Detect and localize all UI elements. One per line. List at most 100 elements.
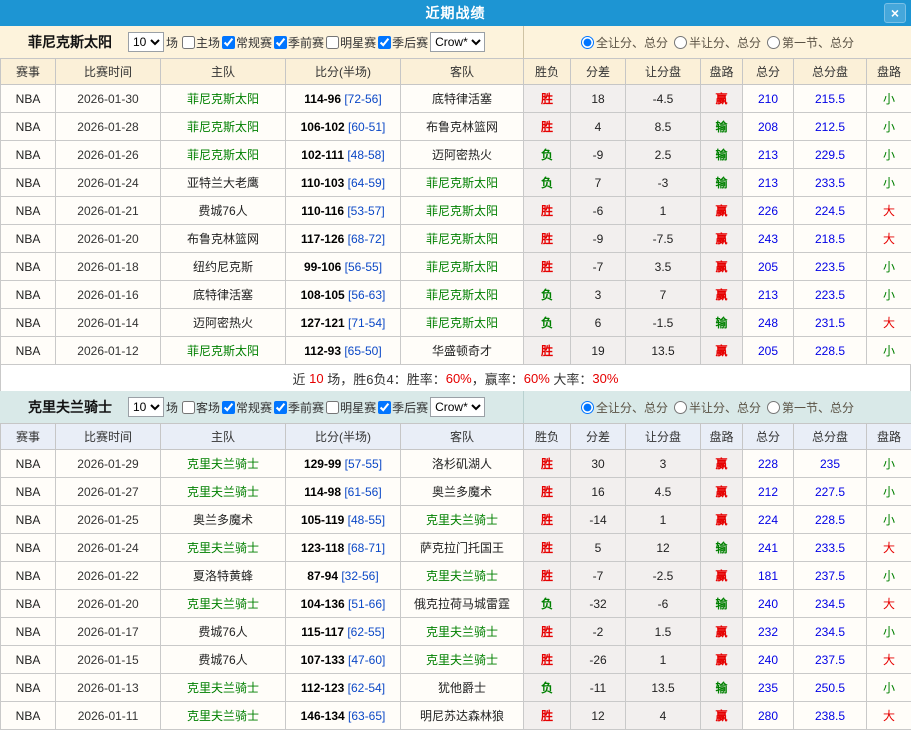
diff-cell: 3 [571, 281, 626, 309]
bet-type-radio[interactable]: 全让分、总分 [581, 34, 668, 51]
filter-checkbox[interactable]: 季后赛 [376, 399, 428, 416]
radio-input[interactable] [674, 401, 687, 414]
half-score: [62-55] [344, 625, 385, 639]
home-team-cell: 克里夫兰骑士 [161, 674, 286, 702]
total-points-cell: 181 [743, 562, 794, 590]
result-cell: 负 [524, 590, 571, 618]
home-team-cell: 克里夫兰骑士 [161, 534, 286, 562]
half-score: [47-60] [345, 653, 386, 667]
checkbox-input[interactable] [378, 401, 391, 414]
checkbox-input[interactable] [274, 36, 287, 49]
final-score: 108-105 [301, 288, 345, 302]
final-score: 112-123 [301, 681, 344, 695]
bet-type-radio[interactable]: 第一节、总分 [767, 399, 854, 416]
total-line-cell: 224.5 [794, 197, 867, 225]
score-cell: 146-134 [63-65] [286, 702, 401, 730]
handicap-line-cell: 3 [626, 450, 701, 478]
result-cell: 负 [524, 281, 571, 309]
filter-checkbox[interactable]: 常规赛 [220, 399, 272, 416]
column-header: 客队 [401, 424, 524, 450]
diff-cell: -7 [571, 253, 626, 281]
result-cell: 胜 [524, 562, 571, 590]
type-select[interactable]: Crow* [430, 32, 485, 52]
away-team-cell: 菲尼克斯太阳 [401, 197, 524, 225]
filter-checkbox[interactable]: 常规赛 [220, 34, 272, 51]
radio-input[interactable] [767, 401, 780, 414]
date-cell: 2026-01-24 [56, 534, 161, 562]
bet-type-radio[interactable]: 第一节、总分 [767, 34, 854, 51]
checkbox-input[interactable] [222, 36, 235, 49]
half-score: [64-59] [344, 176, 385, 190]
date-cell: 2026-01-15 [56, 646, 161, 674]
result-cell: 胜 [524, 197, 571, 225]
result-cell: 胜 [524, 85, 571, 113]
date-cell: 2026-01-14 [56, 309, 161, 337]
column-header: 盘路 [701, 59, 743, 85]
game-row: NBA2026-01-15费城76人107-133 [47-60]克里夫兰骑士胜… [1, 646, 911, 674]
league-cell: NBA [1, 309, 56, 337]
date-cell: 2026-01-22 [56, 562, 161, 590]
handicap-line-cell: 12 [626, 534, 701, 562]
home-team-cell: 亚特兰大老鹰 [161, 169, 286, 197]
checkbox-input[interactable] [326, 401, 339, 414]
league-cell: NBA [1, 197, 56, 225]
half-score: [65-50] [341, 344, 382, 358]
radio-input[interactable] [581, 36, 594, 49]
bet-type-radio[interactable]: 半让分、总分 [674, 399, 761, 416]
summary-text: 近 [293, 369, 310, 388]
column-header: 分差 [571, 59, 626, 85]
away-team-cell: 迈阿密热火 [401, 141, 524, 169]
date-cell: 2026-01-26 [56, 141, 161, 169]
filter-checkbox[interactable]: 季前赛 [272, 399, 324, 416]
checkbox-input[interactable] [182, 36, 195, 49]
diff-cell: 6 [571, 309, 626, 337]
over-under-cell: 小 [867, 85, 911, 113]
away-team-cell: 克里夫兰骑士 [401, 562, 524, 590]
diff-cell: -9 [571, 225, 626, 253]
filter-checkbox[interactable]: 季前赛 [272, 34, 324, 51]
game-row: NBA2026-01-29克里夫兰骑士129-99 [57-55]洛杉矶湖人胜3… [1, 450, 911, 478]
filter-bar-left: 菲尼克斯太阳 10 场 主场常规赛季前赛明星赛季后赛 Crow* [0, 26, 523, 58]
away-team-cell: 奥兰多魔术 [401, 478, 524, 506]
filter-checkbox[interactable]: 明星赛 [324, 399, 376, 416]
total-points-cell: 208 [743, 113, 794, 141]
away-team-cell: 明尼苏达森林狼 [401, 702, 524, 730]
over-under-cell: 大 [867, 534, 911, 562]
result-cell: 胜 [524, 253, 571, 281]
over-under-cell: 小 [867, 337, 911, 365]
bet-type-radio[interactable]: 半让分、总分 [674, 34, 761, 51]
radio-input[interactable] [581, 401, 594, 414]
filter-checkbox[interactable]: 主场 [180, 34, 220, 51]
type-select[interactable]: Crow* [430, 397, 485, 417]
handicap-result-cell: 输 [701, 309, 743, 337]
close-button[interactable]: × [884, 3, 906, 23]
handicap-line-cell: -4.5 [626, 85, 701, 113]
filter-checkbox[interactable]: 季后赛 [376, 34, 428, 51]
league-cell: NBA [1, 646, 56, 674]
filter-bar-left: 克里夫兰骑士 10 场 客场常规赛季前赛明星赛季后赛 Crow* [0, 391, 523, 423]
score-cell: 110-103 [64-59] [286, 169, 401, 197]
filter-checkbox[interactable]: 客场 [180, 399, 220, 416]
over-under-cell: 小 [867, 674, 911, 702]
game-row: NBA2026-01-18纽约尼克斯99-106 [56-55]菲尼克斯太阳胜-… [1, 253, 911, 281]
checkbox-input[interactable] [326, 36, 339, 49]
checkbox-input[interactable] [182, 401, 195, 414]
games-suffix-label: 场 [166, 34, 178, 51]
checkbox-input[interactable] [274, 401, 287, 414]
handicap-line-cell: -2.5 [626, 562, 701, 590]
filter-checkbox[interactable]: 明星赛 [324, 34, 376, 51]
games-count-select[interactable]: 10 [128, 32, 164, 52]
handicap-result-cell: 赢 [701, 618, 743, 646]
checkbox-input[interactable] [222, 401, 235, 414]
away-team-cell: 菲尼克斯太阳 [401, 169, 524, 197]
over-under-cell: 小 [867, 169, 911, 197]
radio-input[interactable] [674, 36, 687, 49]
bet-type-radio[interactable]: 全让分、总分 [581, 399, 668, 416]
total-line-cell: 218.5 [794, 225, 867, 253]
summary-text: ，赢率： [472, 369, 524, 388]
diff-cell: 19 [571, 337, 626, 365]
checkbox-input[interactable] [378, 36, 391, 49]
games-count-select[interactable]: 10 [128, 397, 164, 417]
game-row: NBA2026-01-20布鲁克林篮网117-126 [68-72]菲尼克斯太阳… [1, 225, 911, 253]
radio-input[interactable] [767, 36, 780, 49]
